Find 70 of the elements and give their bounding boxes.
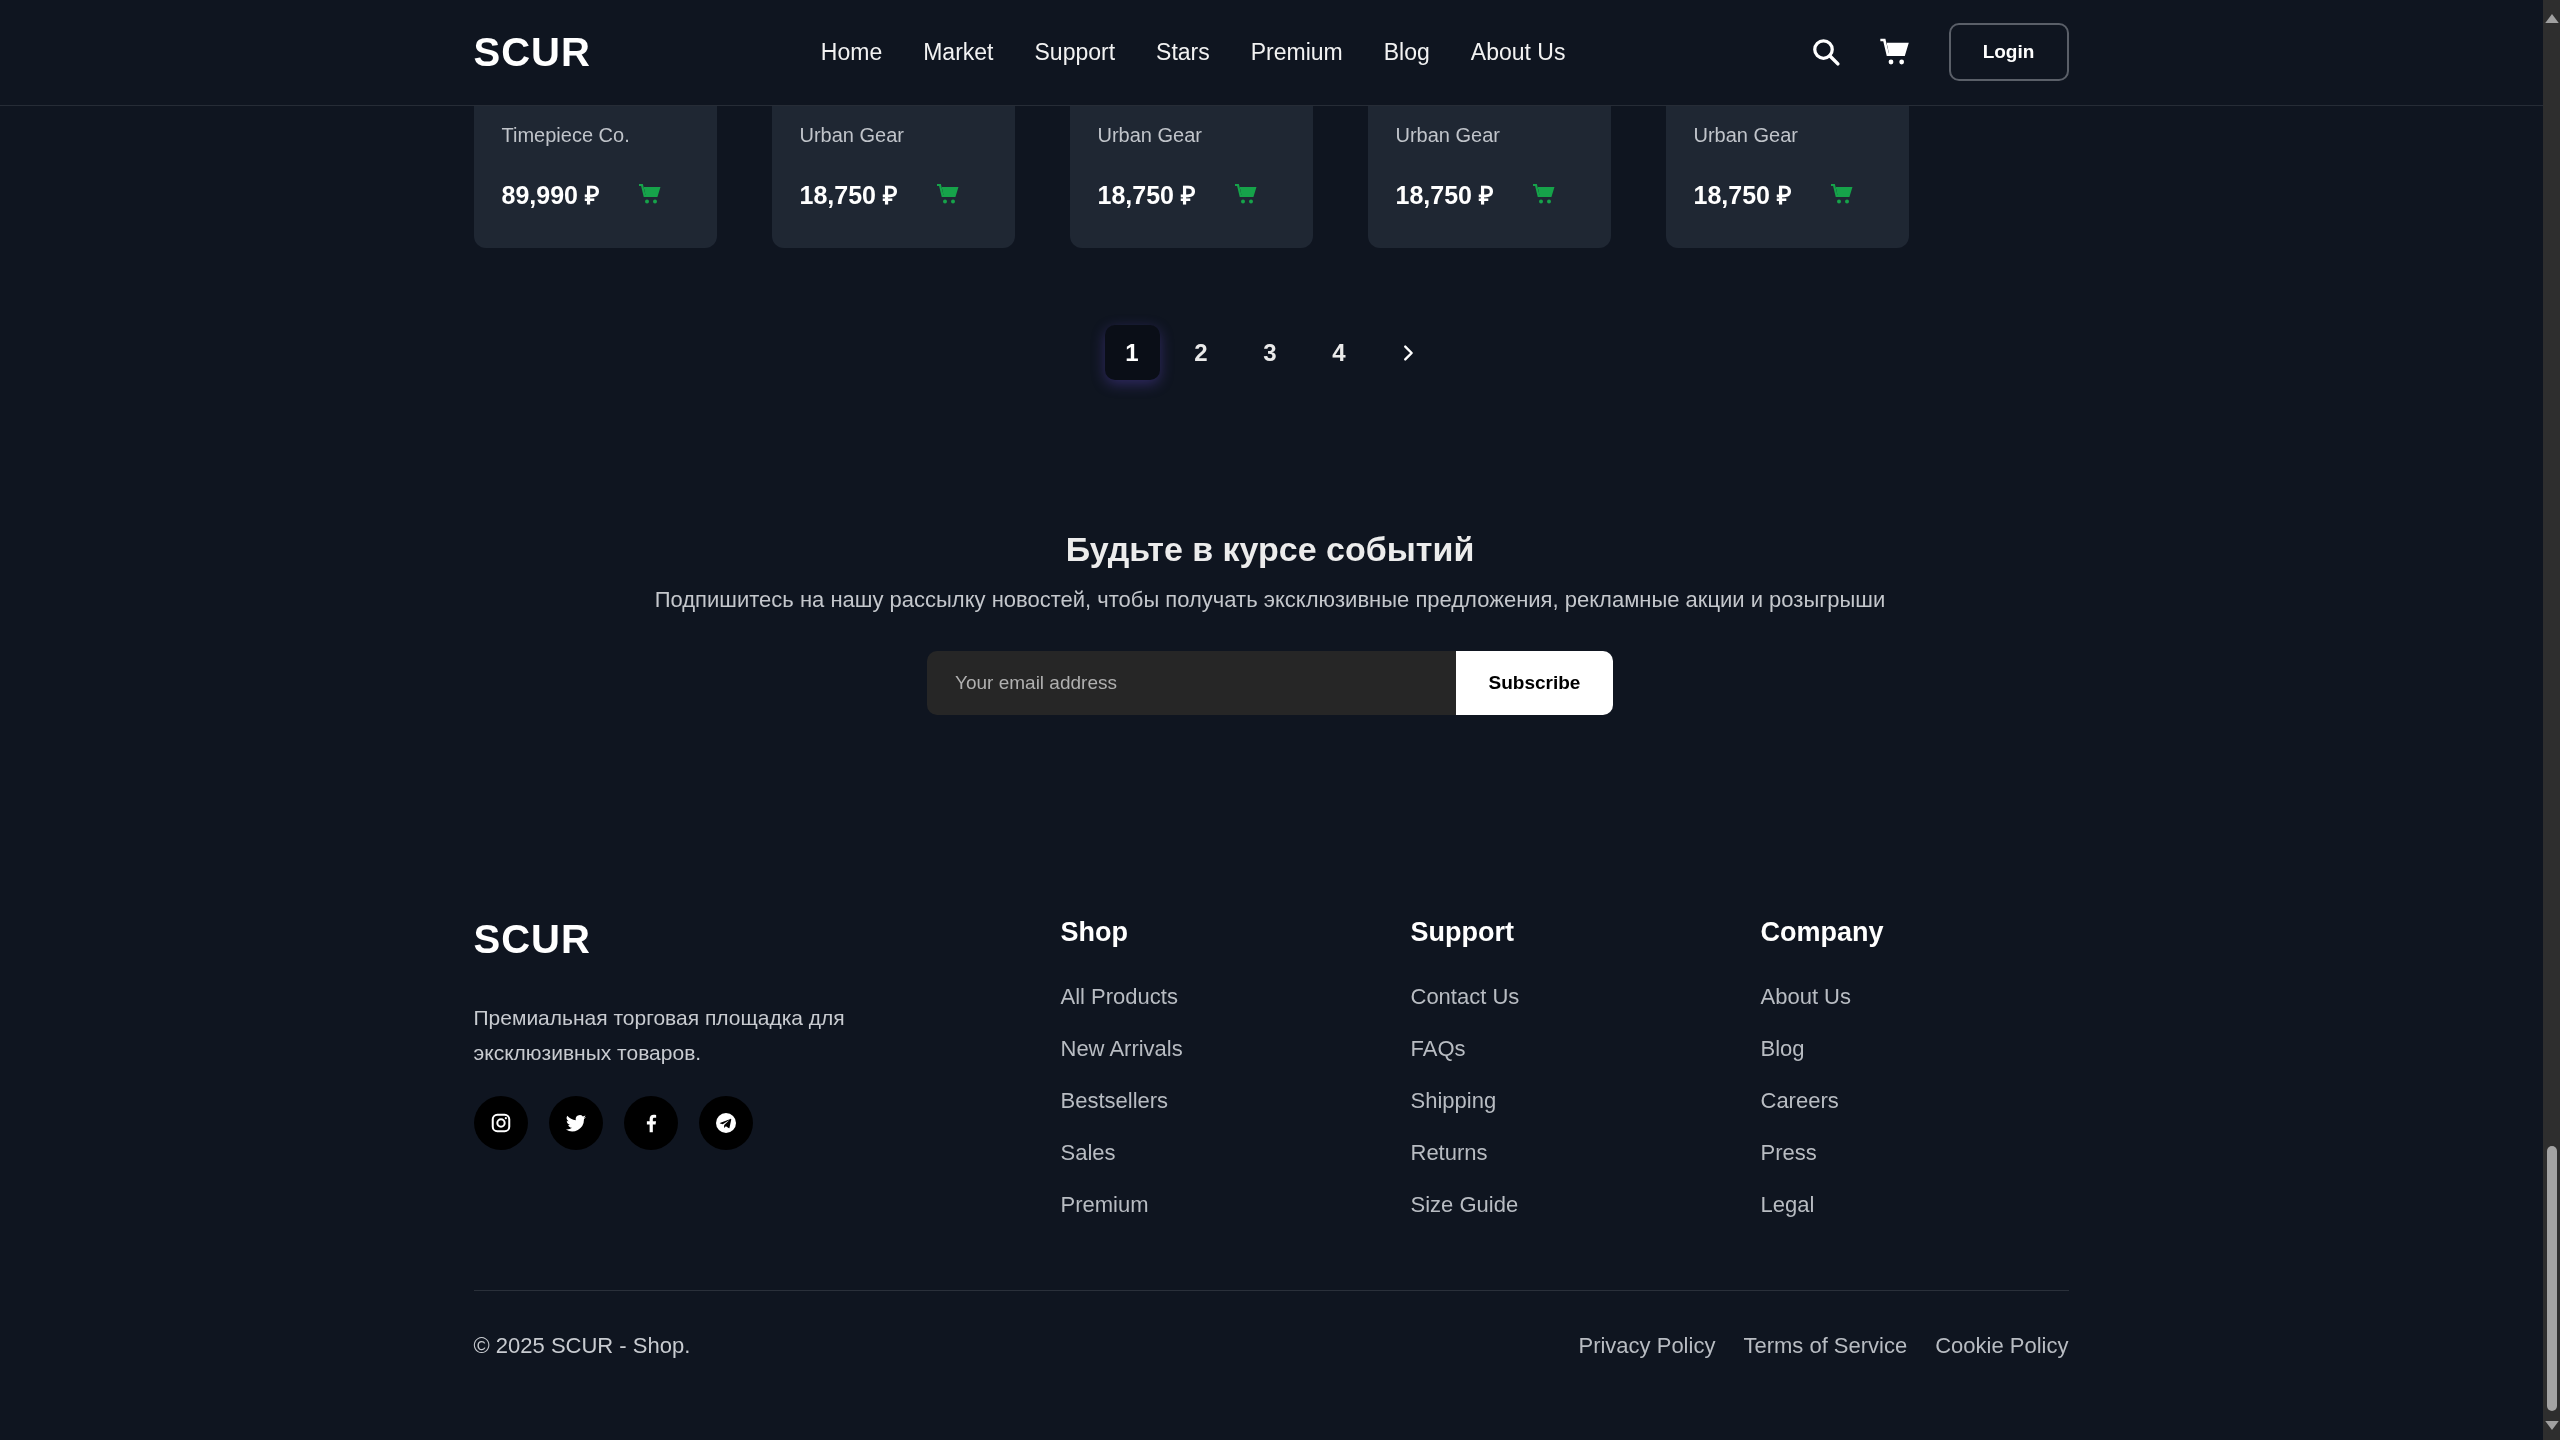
footer-link[interactable]: Press xyxy=(1760,1138,2069,1168)
product-price: 18,750 ₽ xyxy=(1097,180,1196,211)
page-button[interactable]: 2 xyxy=(1173,325,1229,380)
page-button[interactable]: 3 xyxy=(1242,325,1298,380)
product-card[interactable]: Urban Gear 18,750 ₽ xyxy=(771,106,1015,248)
policy-link[interactable]: Privacy Policy xyxy=(1578,1333,1716,1359)
brand-name: Urban Gear xyxy=(799,124,905,147)
add-to-cart-icon[interactable] xyxy=(1233,182,1258,206)
footer-link[interactable]: Premium xyxy=(1060,1190,1411,1220)
product-price: 18,750 ₽ xyxy=(799,180,898,211)
add-to-cart-icon[interactable] xyxy=(1829,182,1854,206)
page-button[interactable]: 1 xyxy=(1104,325,1160,380)
footer-link[interactable]: Returns xyxy=(1410,1138,1761,1168)
brand-name: Urban Gear xyxy=(1395,124,1501,147)
footer-column-heading: Shop xyxy=(1060,917,1129,948)
footer-column-heading: Company xyxy=(1760,917,1885,948)
twitter-bird-icon[interactable] xyxy=(548,1096,603,1150)
nav-link[interactable]: Premium xyxy=(1250,38,1343,66)
add-to-cart-icon[interactable] xyxy=(935,182,960,206)
brand-name: Urban Gear xyxy=(1097,124,1203,147)
product-card[interactable]: Urban Gear 18,750 ₽ xyxy=(1069,106,1313,248)
email-input-field[interactable]: Your email address xyxy=(927,651,1456,715)
footer-link[interactable]: Blog xyxy=(1760,1034,2069,1064)
product-price: 18,750 ₽ xyxy=(1693,180,1792,211)
nav-link[interactable]: Market xyxy=(923,38,994,66)
copyright-text: © 2025 SCUR - Shop. xyxy=(473,1333,691,1359)
telegram-icon[interactable] xyxy=(698,1096,753,1150)
product-card[interactable]: Urban Gear 18,750 ₽ xyxy=(1367,106,1611,248)
subscribe-button[interactable]: Subscribe xyxy=(1456,651,1613,715)
newsletter-description: Подпишитесь на нашу рассылку новостей, чтобы получать эксклюзивные предложения, рекламные акции и розыгрыши xyxy=(653,587,1887,613)
logo[interactable]: SCUR xyxy=(473,29,591,75)
brand-name: Urban Gear xyxy=(1693,124,1799,147)
scrollbar[interactable] xyxy=(2543,0,2560,1440)
instagram-icon[interactable] xyxy=(473,1096,528,1150)
add-to-cart-icon[interactable] xyxy=(637,182,662,206)
footer-link[interactable]: Legal xyxy=(1760,1190,2069,1220)
footer-link[interactable]: About Us xyxy=(1760,982,2069,1012)
scrollbar-thumb[interactable] xyxy=(2546,1146,2557,1411)
login-button[interactable]: Login xyxy=(1948,23,2069,81)
footer-link[interactable]: Careers xyxy=(1760,1086,2069,1116)
page-button[interactable]: 4 xyxy=(1311,325,1367,380)
nav-link[interactable]: Blog xyxy=(1383,38,1430,66)
footer-link[interactable]: FAQs xyxy=(1410,1034,1761,1064)
scroll-up-arrow-icon[interactable] xyxy=(2544,14,2559,23)
footer-logo[interactable]: SCUR xyxy=(473,917,1061,962)
product-price: 89,990 ₽ xyxy=(501,180,600,211)
footer-link[interactable]: Sales xyxy=(1060,1138,1411,1168)
product-card[interactable]: Timepiece Co. 89,990 ₽ xyxy=(473,106,717,248)
footer-link[interactable]: Size Guide xyxy=(1410,1190,1761,1220)
policy-link[interactable]: Cookie Policy xyxy=(1935,1333,2069,1359)
nav-link[interactable]: About Us xyxy=(1470,38,1566,66)
nav-link[interactable]: Support xyxy=(1034,38,1116,66)
product-price: 18,750 ₽ xyxy=(1395,180,1494,211)
newsletter-title: Будьте в курсе событий xyxy=(1064,530,1476,569)
product-card[interactable]: Urban Gear 18,750 ₽ xyxy=(1665,106,1909,248)
footer-description: Премиальная торговая площадка для эксклюзивных товаров. xyxy=(473,1005,846,1066)
brand-name: Timepiece Co. xyxy=(501,124,631,147)
footer-link[interactable]: New Arrivals xyxy=(1060,1034,1411,1064)
footer-link[interactable]: All Products xyxy=(1060,982,1411,1012)
footer-link[interactable]: Contact Us xyxy=(1410,982,1761,1012)
footer-link[interactable]: Bestsellers xyxy=(1060,1086,1411,1116)
nav-link[interactable]: Home xyxy=(820,38,883,66)
policy-link[interactable]: Terms of Service xyxy=(1743,1333,1908,1359)
footer-link[interactable]: Shipping xyxy=(1410,1086,1761,1116)
footer-column-heading: Support xyxy=(1410,917,1515,948)
scroll-down-arrow-icon[interactable] xyxy=(2544,1421,2559,1430)
nav-link[interactable]: Stars xyxy=(1156,38,1210,66)
facebook-icon[interactable] xyxy=(623,1096,678,1150)
add-to-cart-icon[interactable] xyxy=(1531,182,1556,206)
search-icon[interactable] xyxy=(1810,37,1841,67)
